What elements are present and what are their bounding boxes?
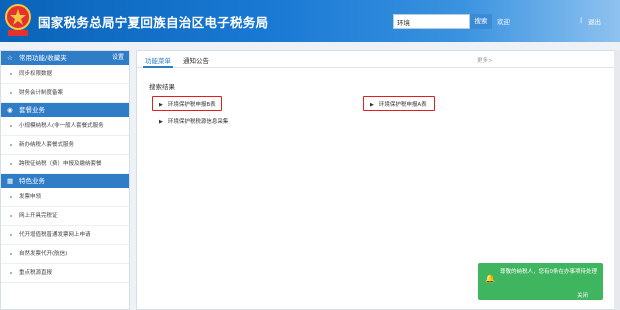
package-icon: ◉: [7, 106, 13, 114]
bullet-icon: [10, 271, 12, 274]
bullet-icon: [10, 124, 12, 127]
sidebar-section-featured[interactable]: ▦ 特色业务: [1, 174, 129, 188]
sidebar-item-label: 同步权限数据: [19, 71, 53, 77]
tax-emblem-icon: [5, 4, 31, 36]
sidebar-item-sync-permissions[interactable]: 同步权限数据: [1, 65, 129, 84]
page-scrollbar[interactable]: [614, 50, 620, 310]
bullet-icon: [10, 143, 12, 146]
search-results-title: 搜索结果: [149, 83, 175, 91]
sidebar-item-label: 网上开具完税证: [19, 213, 58, 219]
settings-link[interactable]: 设置: [112, 51, 124, 65]
star-icon: ☆: [7, 54, 13, 62]
sidebar-item-label: 重点税源直报: [19, 270, 53, 276]
search-button[interactable]: 搜索: [470, 14, 492, 29]
tab-function-menu[interactable]: 功能菜单: [145, 55, 171, 65]
sidebar-item-label: 跨税征纳税（费）申报及缴纳套餐: [19, 161, 102, 167]
sidebar-item-label: 新办纳税人套餐式服务: [19, 142, 75, 148]
section-title: 套餐业务: [19, 106, 45, 114]
search-input[interactable]: 环境: [393, 14, 470, 29]
triangle-right-icon: ▶: [159, 119, 163, 125]
bullet-icon: [10, 72, 12, 75]
section-title: 常用功能/收藏夹: [19, 54, 67, 62]
result-link-eptax-source[interactable]: ▶ 环境保护税税源信息采集: [159, 117, 228, 125]
more-link[interactable]: 更多>: [477, 56, 493, 64]
bullet-icon: [10, 252, 12, 255]
tab-notices[interactable]: 通知公告: [183, 55, 209, 65]
sidebar-item-accounting-filing[interactable]: 财务会计制度备案: [1, 84, 129, 103]
sidebar-item-label: 财务会计制度备案: [19, 90, 64, 96]
header-separator: |: [580, 16, 583, 24]
sidebar-item-label: 代开增值税普通发票网上申请: [19, 232, 91, 238]
sidebar-section-packages[interactable]: ◉ 套餐业务: [1, 103, 129, 117]
tab-bar: 功能菜单 通知公告 更多>: [137, 51, 619, 68]
notification-toast: 🔔 尊敬的纳税人，您有0条在办事项待处理 关闭: [478, 263, 603, 300]
grid-icon: ▦: [7, 177, 14, 185]
result-label: 环境保护税税源信息采集: [167, 119, 229, 125]
result-label: 环境保护税申报A表: [378, 102, 427, 108]
bullet-icon: [10, 162, 12, 165]
bullet-icon: [10, 214, 12, 217]
sidebar-item-tax-certificate[interactable]: 网上开具完税证: [1, 207, 129, 226]
triangle-right-icon: ▶: [370, 102, 374, 108]
sidebar-item-label: 发票申领: [19, 194, 42, 200]
bullet-icon: [10, 195, 12, 198]
top-header: 国家税务总局宁夏回族自治区电子税务局 环境 搜索 欢迎 | 退出: [0, 0, 620, 42]
sidebar-item-invoice-request[interactable]: 发票申领: [1, 188, 129, 207]
bullet-icon: [10, 91, 12, 94]
sidebar: ☆ 常用功能/收藏夹 设置 同步权限数据 财务会计制度备案 ◉ 套餐业务 小规模纳税…: [0, 50, 130, 310]
site-title: 国家税务总局宁夏回族自治区电子税务局: [38, 15, 269, 30]
sidebar-item-label: 自然发票代开(航信): [19, 251, 68, 257]
active-tab-indicator: [143, 66, 173, 68]
result-link-eptax-a[interactable]: ▶ 环境保护税申报A表: [370, 100, 427, 108]
logout-link[interactable]: 退出: [588, 16, 601, 26]
sidebar-item-new-taxpayer-package[interactable]: 新办纳税人套餐式服务: [1, 136, 129, 155]
toast-close-button[interactable]: 关闭: [577, 291, 588, 299]
sidebar-item-invoice-agent[interactable]: 自然发票代开(航信): [1, 245, 129, 264]
result-link-eptax-b[interactable]: ▶ 环境保护税申报B表: [159, 100, 216, 108]
toast-message: 尊敬的纳税人，您有0条在办事项待处理: [500, 269, 598, 275]
sidebar-section-favorites[interactable]: ☆ 常用功能/收藏夹 设置: [1, 51, 129, 65]
bullet-icon: [10, 233, 12, 236]
sidebar-item-vat-invoice-apply[interactable]: 代开增值税普通发票网上申请: [1, 226, 129, 245]
sidebar-item-cross-tax-package[interactable]: 跨税征纳税（费）申报及缴纳套餐: [1, 155, 129, 174]
bell-icon: 🔔: [485, 274, 495, 283]
sidebar-item-label: 小规模纳税人(非一般人套餐式服务: [19, 123, 104, 129]
section-title: 特色业务: [19, 177, 45, 185]
sidebar-item-small-scale-package[interactable]: 小规模纳税人(非一般人套餐式服务: [1, 117, 129, 136]
sidebar-item-key-tax-source[interactable]: 重点税源直报: [1, 264, 129, 283]
triangle-right-icon: ▶: [159, 102, 163, 108]
result-label: 环境保护税申报B表: [167, 102, 216, 108]
welcome-text: 欢迎: [497, 18, 510, 26]
